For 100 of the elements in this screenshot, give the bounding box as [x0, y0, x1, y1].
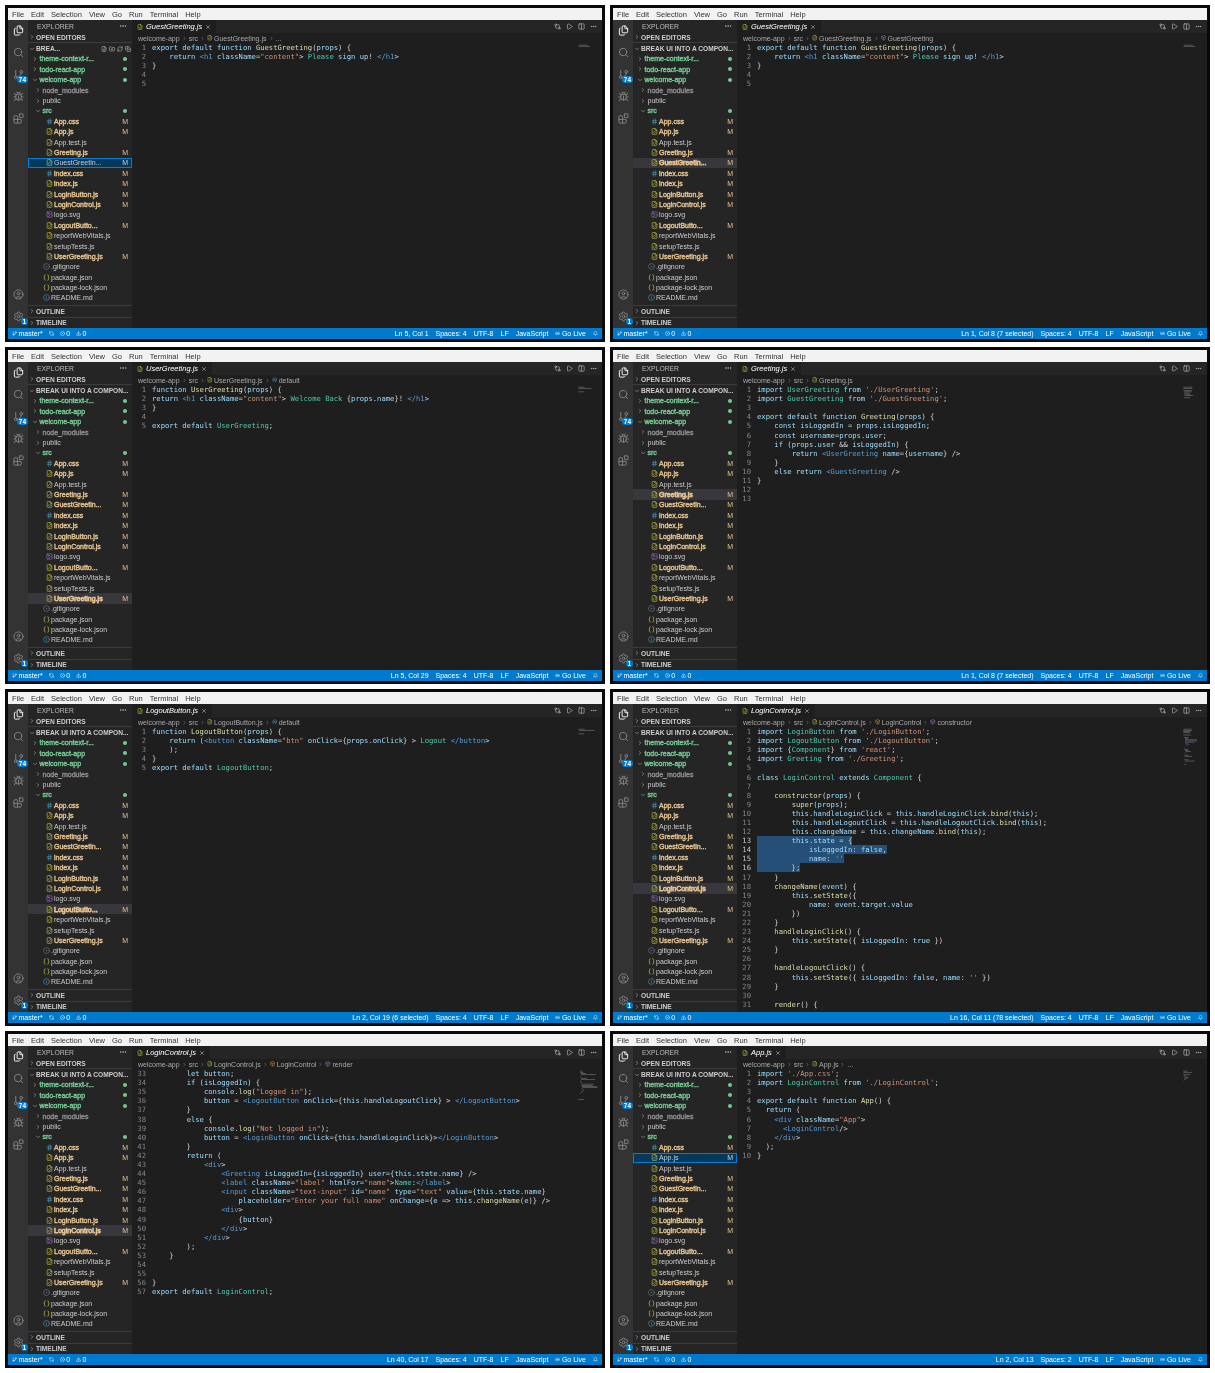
branch-icon[interactable] [617, 69, 629, 80]
sync-icon[interactable] [48, 673, 54, 678]
branch-icon[interactable] [617, 411, 629, 422]
compare-icon[interactable] [554, 707, 561, 714]
files-icon[interactable] [617, 709, 629, 720]
account-icon[interactable] [617, 973, 629, 984]
close-icon[interactable] [790, 365, 797, 372]
compare-icon[interactable] [1159, 1049, 1166, 1056]
run-icon[interactable] [566, 365, 573, 372]
more-icon[interactable] [724, 364, 732, 372]
compare-icon[interactable] [554, 1049, 561, 1056]
run-icon[interactable] [1171, 707, 1178, 714]
blocks-icon[interactable] [617, 113, 629, 124]
close-icon[interactable] [205, 23, 212, 30]
close-icon[interactable] [199, 1049, 206, 1056]
account-icon[interactable] [617, 289, 629, 300]
blocks-icon[interactable] [617, 797, 629, 808]
close-icon[interactable] [804, 707, 811, 714]
compare-icon[interactable] [1159, 365, 1166, 372]
account-icon[interactable] [617, 631, 629, 642]
branch-icon[interactable] [617, 1095, 629, 1106]
blocks-icon[interactable] [12, 797, 24, 808]
compare-icon[interactable] [1159, 23, 1166, 30]
split-icon[interactable] [578, 1049, 585, 1056]
close-icon[interactable] [201, 707, 208, 714]
settings-icon[interactable] [617, 653, 629, 664]
close-icon[interactable] [201, 365, 208, 372]
sync-icon[interactable] [653, 331, 659, 336]
blocks-icon[interactable] [12, 455, 24, 466]
bug-icon[interactable] [12, 91, 24, 102]
search-icon[interactable] [617, 47, 629, 58]
files-icon[interactable] [12, 25, 24, 36]
run-icon[interactable] [566, 707, 573, 714]
files-icon[interactable] [12, 1051, 24, 1062]
sync-icon[interactable] [653, 1357, 659, 1362]
settings-icon[interactable] [617, 311, 629, 322]
branch-icon[interactable] [12, 411, 24, 422]
bug-icon[interactable] [12, 433, 24, 444]
split-icon[interactable] [578, 707, 585, 714]
run-icon[interactable] [1171, 23, 1178, 30]
search-icon[interactable] [12, 47, 24, 58]
more-icon[interactable] [724, 22, 732, 30]
blocks-icon[interactable] [617, 455, 629, 466]
collapse-icon[interactable] [125, 45, 131, 52]
sync-icon[interactable] [48, 331, 54, 336]
split-icon[interactable] [1183, 1049, 1190, 1056]
settings-icon[interactable] [617, 995, 629, 1006]
new-file-icon[interactable] [101, 45, 107, 52]
account-icon[interactable] [12, 973, 24, 984]
sync-icon[interactable] [48, 1357, 54, 1362]
more-icon[interactable] [119, 364, 127, 372]
blocks-icon[interactable] [12, 1139, 24, 1150]
search-icon[interactable] [617, 1073, 629, 1084]
run-icon[interactable] [1171, 365, 1178, 372]
account-icon[interactable] [12, 1315, 24, 1326]
search-icon[interactable] [12, 389, 24, 400]
settings-icon[interactable] [617, 1337, 629, 1348]
search-icon[interactable] [12, 1073, 24, 1084]
compare-icon[interactable] [554, 23, 561, 30]
split-icon[interactable] [1183, 365, 1190, 372]
bug-icon[interactable] [617, 1117, 629, 1128]
settings-icon[interactable] [12, 995, 24, 1006]
files-icon[interactable] [617, 1051, 629, 1062]
more-icon[interactable] [724, 1048, 732, 1056]
bug-icon[interactable] [617, 775, 629, 786]
close-icon[interactable] [810, 23, 817, 30]
split-icon[interactable] [578, 23, 585, 30]
sync-icon[interactable] [653, 1015, 659, 1020]
account-icon[interactable] [617, 1315, 629, 1326]
branch-icon[interactable] [12, 753, 24, 764]
bug-icon[interactable] [617, 91, 629, 102]
settings-icon[interactable] [12, 1337, 24, 1348]
compare-icon[interactable] [554, 365, 561, 372]
sync-icon[interactable] [48, 1015, 54, 1020]
account-icon[interactable] [12, 289, 24, 300]
run-icon[interactable] [566, 1049, 573, 1056]
bug-icon[interactable] [12, 775, 24, 786]
search-icon[interactable] [617, 731, 629, 742]
branch-icon[interactable] [617, 753, 629, 764]
blocks-icon[interactable] [12, 113, 24, 124]
split-icon[interactable] [578, 365, 585, 372]
account-icon[interactable] [12, 631, 24, 642]
more-icon[interactable] [119, 1048, 127, 1056]
split-icon[interactable] [1183, 23, 1190, 30]
more-icon[interactable] [724, 706, 732, 714]
new-folder-icon[interactable] [109, 45, 115, 52]
bug-icon[interactable] [12, 1117, 24, 1128]
close-icon[interactable] [774, 1049, 781, 1056]
sync-icon[interactable] [653, 673, 659, 678]
search-icon[interactable] [617, 389, 629, 400]
files-icon[interactable] [12, 709, 24, 720]
run-icon[interactable] [566, 23, 573, 30]
compare-icon[interactable] [1159, 707, 1166, 714]
files-icon[interactable] [617, 367, 629, 378]
search-icon[interactable] [12, 731, 24, 742]
branch-icon[interactable] [12, 69, 24, 80]
files-icon[interactable] [617, 25, 629, 36]
split-icon[interactable] [1183, 707, 1190, 714]
settings-icon[interactable] [12, 653, 24, 664]
run-icon[interactable] [1171, 1049, 1178, 1056]
